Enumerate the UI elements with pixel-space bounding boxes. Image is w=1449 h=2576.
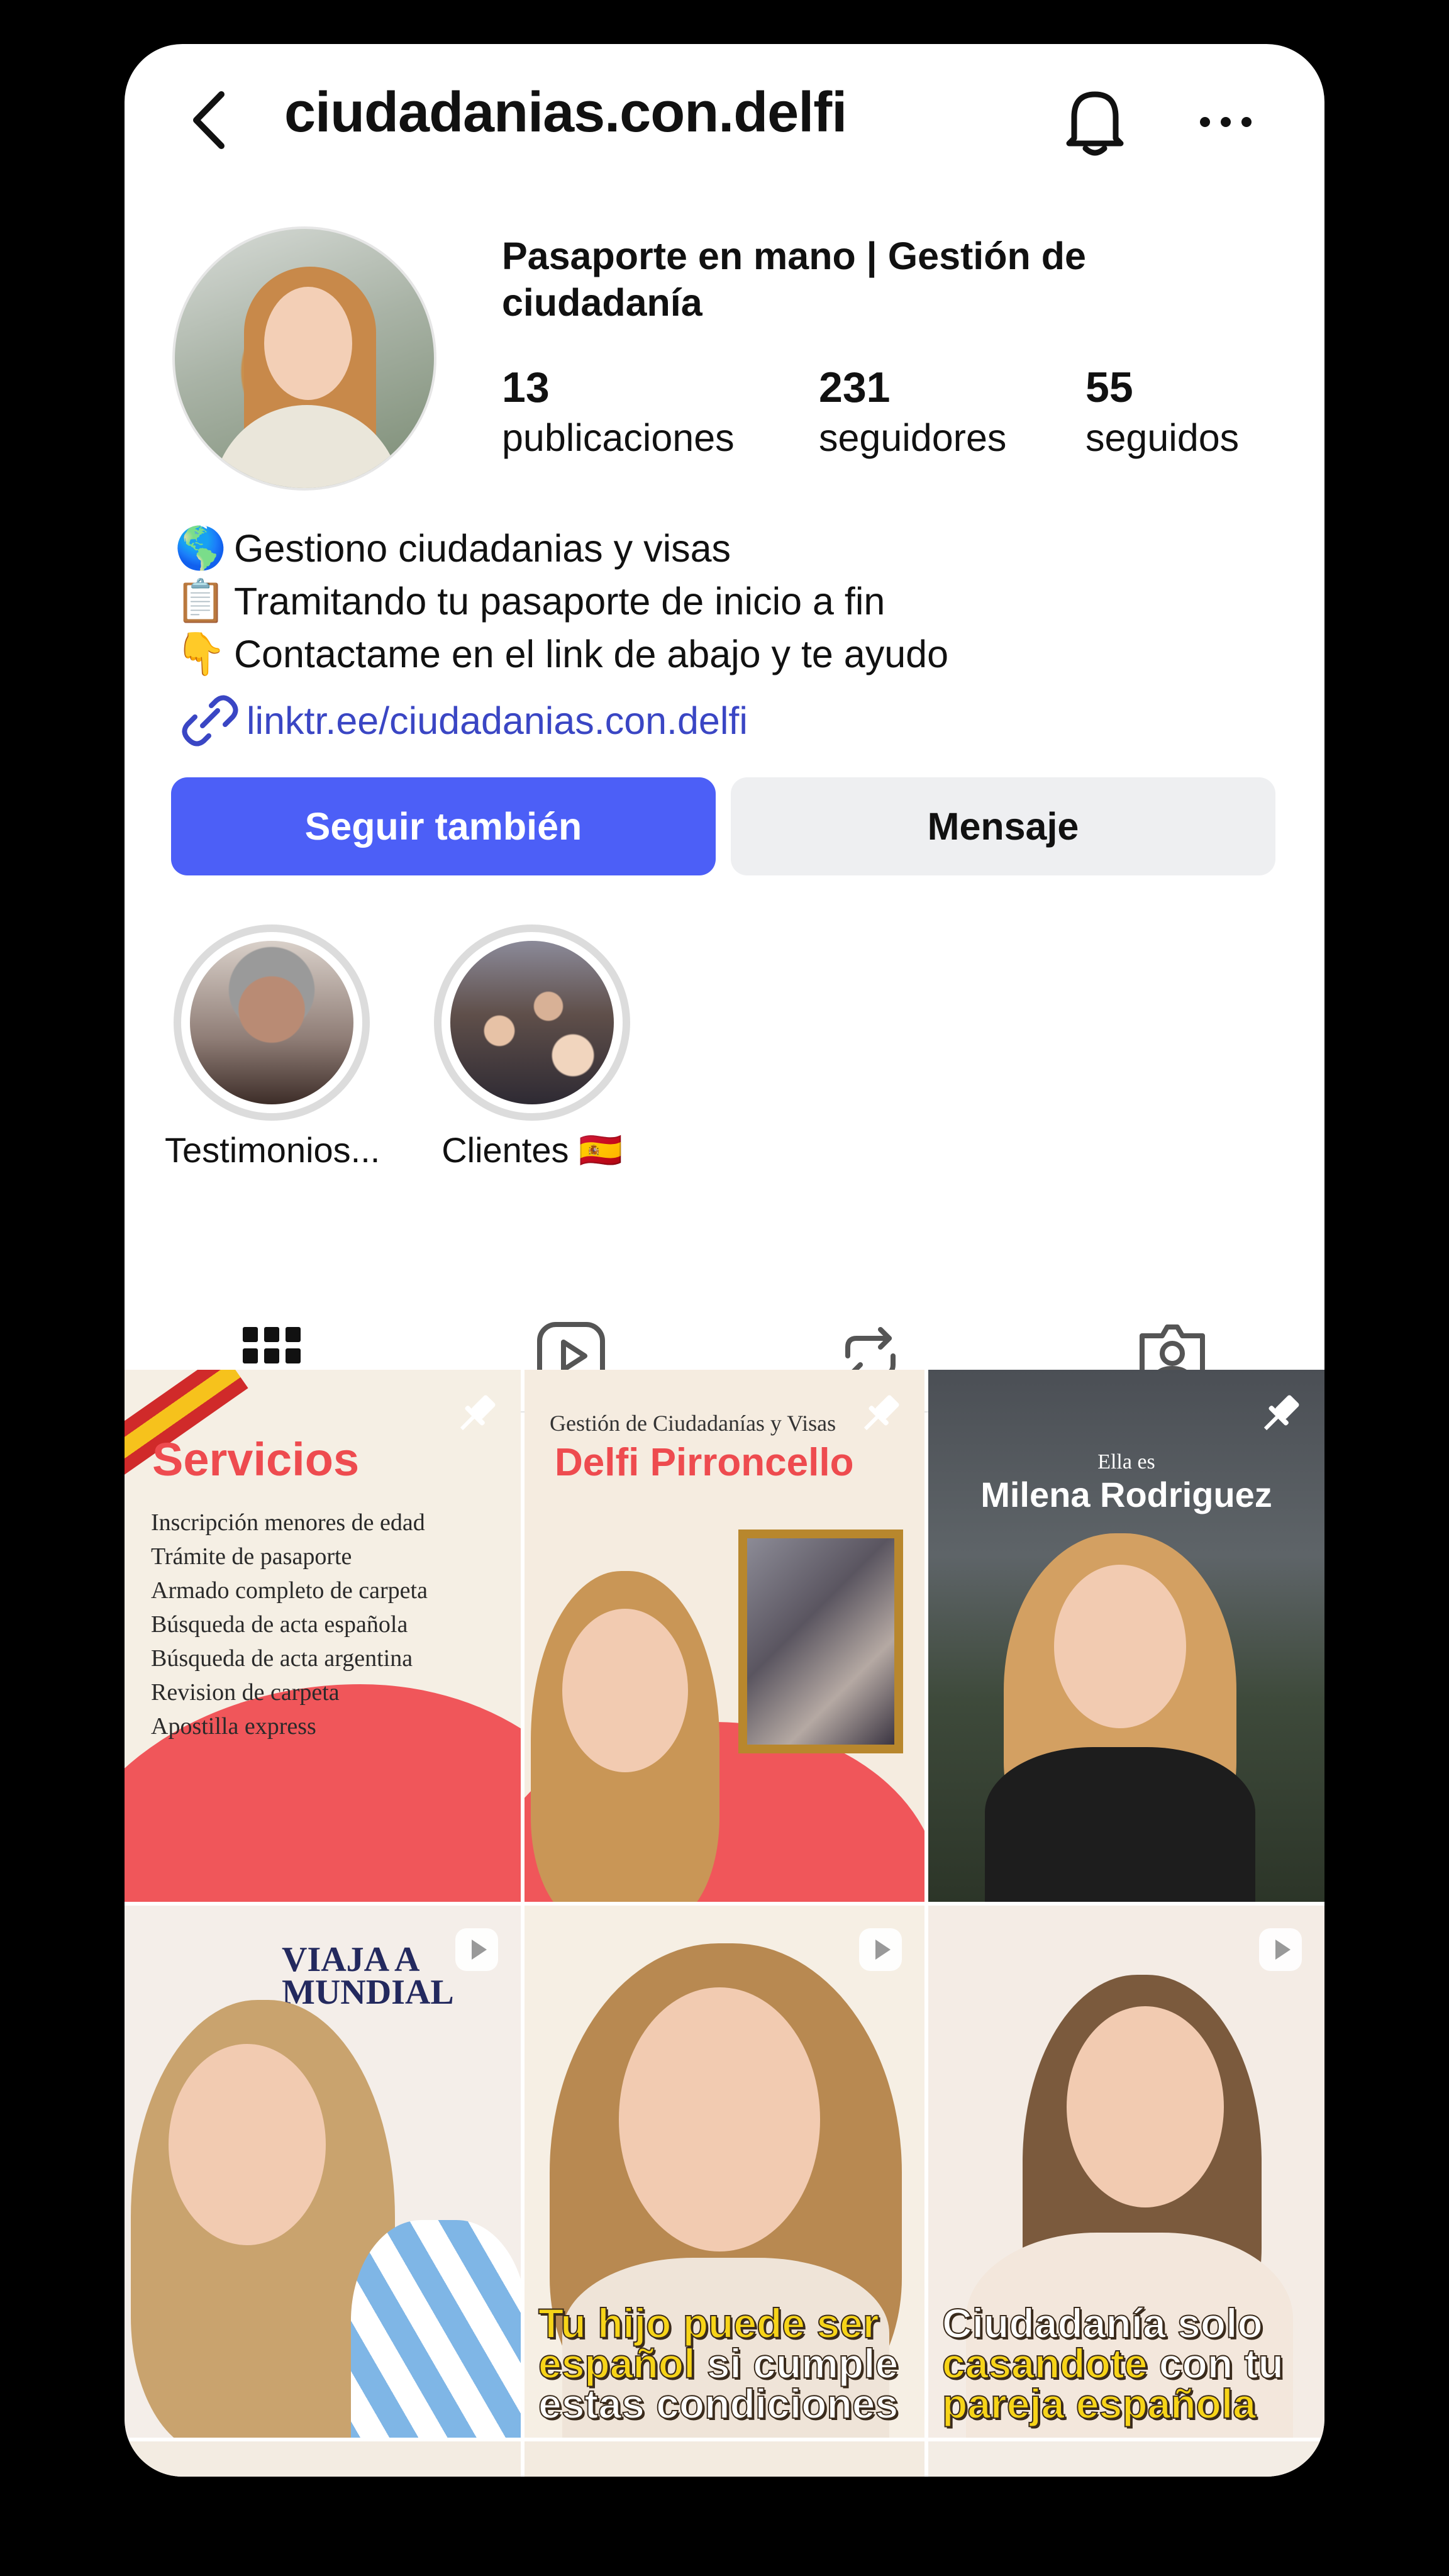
caption-highlight: Tu hijo puede ser <box>538 2300 880 2346</box>
caption-text: si cumple <box>695 2340 899 2387</box>
highlight-label: Clientes 🇪🇸 <box>441 1130 623 1170</box>
service-item: Armado completo de carpeta <box>151 1577 428 1604</box>
pointing-down-emoji: 👇 <box>175 630 227 678</box>
bell-icon[interactable] <box>1055 80 1135 160</box>
profile-link[interactable]: linktr.ee/ciudadanias.con.delfi <box>175 692 1282 750</box>
bio-line: 📋 Tramitando tu pasaporte de inicio a fi… <box>175 575 1282 628</box>
bio-line: 👇 Contactame en el link de abajo y te ay… <box>175 628 1282 680</box>
pin-icon <box>863 1395 899 1431</box>
bio-text: Contactame en el link de abajo y te ayud… <box>234 633 949 675</box>
service-item: Revision de carpeta <box>151 1679 340 1706</box>
post-tile[interactable] <box>125 2441 521 2477</box>
clipboard-emoji: 📋 <box>175 577 227 625</box>
globe-emoji: 🌎 <box>175 524 227 572</box>
post-title: Delfi Pirroncello <box>555 1441 854 1484</box>
pin-icon <box>460 1395 496 1431</box>
post-caption: Tu hijo puede ser español si cumple esta… <box>538 2300 899 2427</box>
service-item: Búsqueda de acta argentina <box>151 1645 413 1672</box>
top-bar: ciudadanias.con.delfi <box>125 44 1324 195</box>
pin-icon <box>1263 1395 1299 1431</box>
post-tile[interactable] <box>525 2441 924 2477</box>
more-horizontal-icon[interactable] <box>1191 97 1260 147</box>
post-title-line: VIAJA A <box>282 1940 420 1979</box>
stat-posts-count: 13 <box>502 364 550 411</box>
highlight-cover <box>190 941 353 1104</box>
stat-following-label: seguidos <box>1085 416 1240 459</box>
bio-line: 🌎 Gestiono ciudadanias y visas <box>175 522 1282 575</box>
post-tile[interactable]: Gestión de Ciudadanías y Visas Delfi Pir… <box>525 1370 924 1902</box>
framed-photo <box>738 1530 903 1753</box>
post-tile[interactable] <box>928 2441 1324 2477</box>
post-subtitle: Ella es <box>1097 1450 1155 1474</box>
profile-display-name: Pasaporte en mano | Gestión de ciudadaní… <box>502 235 1086 324</box>
link-icon <box>182 695 238 747</box>
post-tile[interactable]: VIAJA A MUNDIAL <box>125 1906 521 2438</box>
post-tile[interactable]: Tu hijo puede ser español si cumple esta… <box>525 1906 924 2438</box>
caption-text: con tu <box>1147 2340 1284 2387</box>
profile-username: ciudadanias.con.delfi <box>284 81 847 144</box>
message-button[interactable]: Mensaje <box>731 777 1275 875</box>
posts-grid: Servicios Inscripción menores de edad Tr… <box>125 1370 1324 2477</box>
highlight-label: Testimonios... <box>165 1130 380 1170</box>
post-title-line: MUNDIAL <box>282 1973 454 2012</box>
stat-followers-count: 231 <box>819 364 891 411</box>
bio-text: Tramitando tu pasaporte de inicio a fin <box>234 580 886 623</box>
post-tile[interactable]: Ella es Milena Rodriguez <box>928 1370 1324 1902</box>
post-tile[interactable]: Servicios Inscripción menores de edad Tr… <box>125 1370 521 1902</box>
caption-highlight: español <box>538 2340 696 2387</box>
service-item: Inscripción menores de edad <box>151 1509 425 1536</box>
bio-text: Gestiono ciudadanias y visas <box>234 527 731 570</box>
post-tile[interactable]: Ciudadanía solo casandote con tu pareja … <box>928 1906 1324 2438</box>
profile-link-text[interactable]: linktr.ee/ciudadanias.con.delfi <box>247 699 748 743</box>
caption-text: estas condiciones <box>538 2380 899 2427</box>
highlight-ring <box>434 924 630 1121</box>
post-title: VIAJA A MUNDIAL <box>282 1940 454 2012</box>
stat-following[interactable]: 55 seguidos <box>1085 362 1239 463</box>
highlight-cover <box>450 941 614 1104</box>
service-item: Búsqueda de acta española <box>151 1611 408 1638</box>
post-caption: Ciudadanía solo casandote con tu pareja … <box>941 2300 1284 2427</box>
highlight-clientes[interactable]: Clientes 🇪🇸 <box>425 924 639 1171</box>
services-list: Inscripción menores de edad Trámite de p… <box>151 1506 428 1743</box>
stat-followers-label: seguidores <box>819 416 1007 459</box>
caption-highlight: pareja española <box>941 2380 1257 2427</box>
highlight-ring <box>174 924 370 1121</box>
caption-highlight: casandote <box>941 2340 1148 2387</box>
chevron-left-icon[interactable] <box>177 86 247 155</box>
reel-icon <box>1259 1928 1302 1971</box>
reel-icon <box>455 1928 498 1971</box>
reel-icon <box>859 1928 902 1971</box>
profile-screen: ciudadanias.con.delfi Pasaporte en mano … <box>125 44 1324 2477</box>
stat-posts-label: publicaciones <box>502 416 735 459</box>
profile-bio: 🌎 Gestiono ciudadanias y visas 📋 Tramita… <box>175 522 1282 750</box>
post-title: Milena Rodriguez <box>980 1475 1272 1514</box>
stat-posts[interactable]: 13 publicaciones <box>502 362 735 463</box>
profile-avatar[interactable] <box>172 226 436 491</box>
stat-followers[interactable]: 231 seguidores <box>819 362 1006 463</box>
highlight-testimonios[interactable]: Testimonios... <box>165 924 380 1170</box>
service-item: Apostilla express <box>151 1713 316 1740</box>
post-title: Servicios <box>152 1433 360 1485</box>
follow-button[interactable]: Seguir también <box>171 777 716 875</box>
stat-following-count: 55 <box>1085 364 1133 411</box>
caption-text: Ciudadanía solo <box>941 2300 1263 2346</box>
service-item: Trámite de pasaporte <box>151 1543 352 1570</box>
